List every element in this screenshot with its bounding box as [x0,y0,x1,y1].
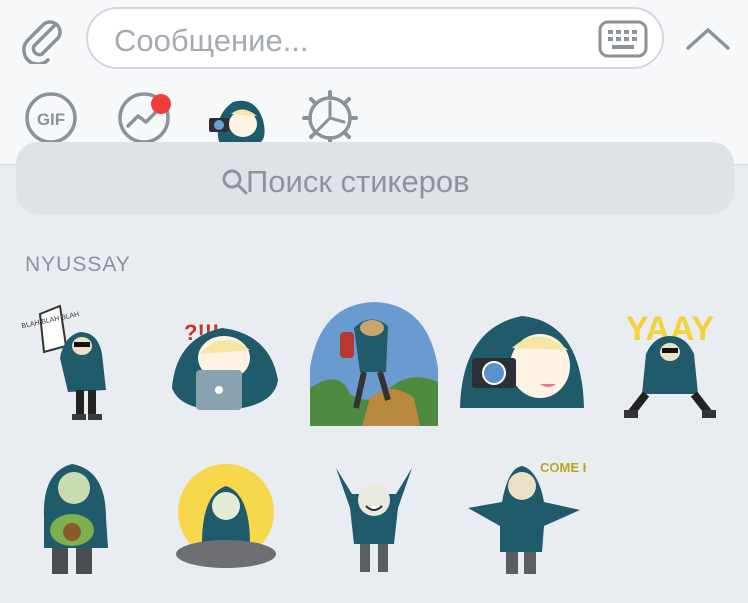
sticker-blah[interactable]: BLAH BLAH BLAH [14,298,142,426]
sticker-laptop[interactable]: ?!!! [162,298,290,426]
search-placeholder: Поиск стикеров [246,164,470,199]
input-toolbar: Сообщение... GIF [0,0,748,165]
sticker-meditation[interactable] [162,448,290,576]
search-icon [222,169,248,195]
sticker-hiker[interactable] [310,298,438,426]
sticker-caption: COME HERE [540,460,586,475]
keyboard-icon[interactable] [598,20,648,58]
chevron-up-icon[interactable] [684,22,732,54]
settings-gear-icon[interactable] [302,90,358,146]
message-placeholder: Сообщение... [114,23,309,58]
paperclip-icon[interactable] [18,14,68,64]
gif-tab-icon[interactable]: GIF [23,90,79,146]
sticker-pack-tab-icon[interactable] [205,96,267,144]
gif-tab-label: GIF [37,110,65,129]
sticker-avocado[interactable] [14,448,142,576]
sticker-come-here[interactable]: COME HERE [458,448,586,576]
sticker-search-field[interactable]: Поиск стикеров [16,142,734,214]
pack-title: NYUSSAY [25,253,131,276]
sticker-dancing[interactable] [310,448,438,576]
message-input[interactable]: Сообщение... [86,7,664,69]
notification-dot [151,94,171,114]
sticker-camera[interactable] [458,298,586,426]
sticker-yaay[interactable]: YAAY [606,298,734,426]
